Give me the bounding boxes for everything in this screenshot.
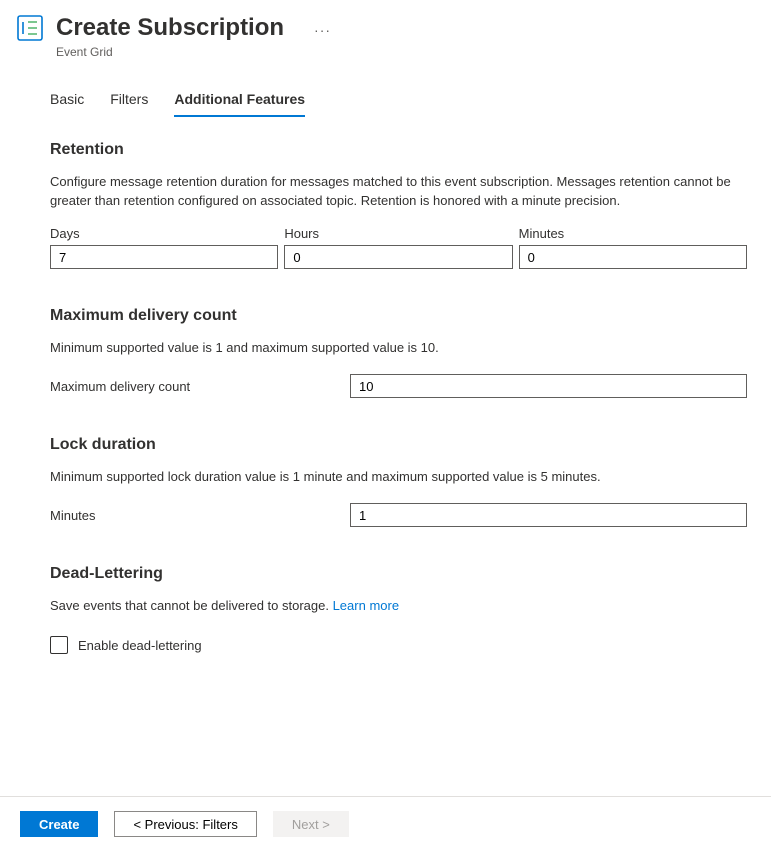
dead-lettering-text: Save events that cannot be delivered to … xyxy=(50,598,333,613)
next-button: Next > xyxy=(273,811,349,837)
lock-duration-input[interactable] xyxy=(350,503,747,527)
lock-duration-description: Minimum supported lock duration value is… xyxy=(50,468,747,487)
days-label: Days xyxy=(50,226,278,241)
previous-button[interactable]: < Previous: Filters xyxy=(114,811,256,837)
subscription-icon xyxy=(16,14,44,42)
retention-title: Retention xyxy=(50,141,747,159)
hours-label: Hours xyxy=(284,226,512,241)
max-delivery-label: Maximum delivery count xyxy=(50,379,350,394)
page-title: Create Subscription xyxy=(56,14,284,43)
hours-input[interactable] xyxy=(284,245,512,269)
max-delivery-description: Minimum supported value is 1 and maximum… xyxy=(50,339,747,358)
tab-additional-features[interactable]: Additional Features xyxy=(174,91,305,117)
max-delivery-title: Maximum delivery count xyxy=(50,307,747,325)
learn-more-link[interactable]: Learn more xyxy=(333,598,399,613)
minutes-label: Minutes xyxy=(519,226,747,241)
dead-lettering-description: Save events that cannot be delivered to … xyxy=(50,597,747,616)
tab-basic[interactable]: Basic xyxy=(50,91,84,117)
dead-lettering-title: Dead-Lettering xyxy=(50,565,747,583)
more-icon[interactable]: ··· xyxy=(314,22,331,38)
max-delivery-input[interactable] xyxy=(350,374,747,398)
minutes-input[interactable] xyxy=(519,245,747,269)
retention-description: Configure message retention duration for… xyxy=(50,173,747,211)
page-subtitle: Event Grid xyxy=(56,45,284,59)
lock-duration-label: Minutes xyxy=(50,508,350,523)
enable-dead-lettering-checkbox[interactable] xyxy=(50,636,68,654)
enable-dead-lettering-label: Enable dead-lettering xyxy=(78,638,202,653)
lock-duration-title: Lock duration xyxy=(50,436,747,454)
tab-filters[interactable]: Filters xyxy=(110,91,148,117)
create-button[interactable]: Create xyxy=(20,811,98,837)
days-input[interactable] xyxy=(50,245,278,269)
